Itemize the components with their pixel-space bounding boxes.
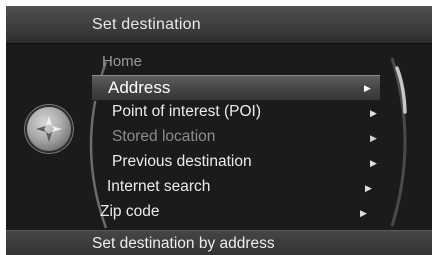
footer-hint: Set destination by address [92, 235, 275, 252]
scroll-arc[interactable] [388, 56, 418, 228]
right-triangle-icon: ▶ [360, 208, 367, 218]
menu-item-label: Zip code [100, 203, 160, 220]
menu-item-address[interactable]: Address ▶ [92, 75, 380, 101]
menu-item-previous-destination[interactable]: Previous destination ▶ [96, 150, 380, 174]
menu-item-home[interactable]: Home [96, 51, 376, 73]
page-title: Set destination [92, 16, 201, 33]
navigation-knob-icon[interactable] [27, 107, 71, 151]
right-triangle-icon: ▶ [364, 83, 371, 93]
header-bar: Set destination [6, 6, 432, 44]
menu-item-label: Point of interest (POI) [112, 103, 262, 120]
right-triangle-icon: ▶ [370, 108, 377, 118]
footer-bar: Set destination by address [6, 230, 432, 255]
right-triangle-icon: ▶ [370, 158, 377, 168]
menu-item-label: Previous destination [112, 153, 252, 170]
menu-item-internet-search[interactable]: Internet search ▶ [96, 175, 380, 199]
menu-item-poi[interactable]: Point of interest (POI) ▶ [96, 100, 380, 124]
menu-item-label: Address [108, 78, 171, 97]
right-triangle-icon: ▶ [365, 183, 372, 193]
nav-screen: Set destination Home Address ▶ Point of … [6, 6, 432, 255]
menu-item-label: Home [102, 53, 143, 70]
menu-item-zip-code[interactable]: Zip code ▶ [96, 200, 380, 224]
menu-item-stored-location: Stored location ▶ [96, 125, 380, 149]
menu-item-label: Internet search [107, 178, 211, 195]
right-triangle-icon: ▶ [370, 133, 377, 143]
menu-item-label: Stored location [112, 128, 216, 145]
